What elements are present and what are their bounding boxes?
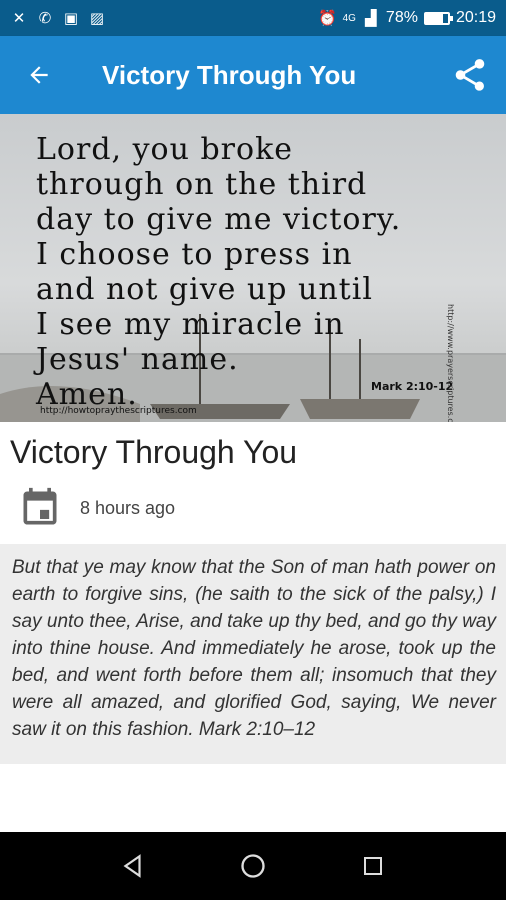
clock: 20:19 <box>455 9 496 26</box>
image-icon: ▨ <box>89 9 105 27</box>
share-button[interactable] <box>448 53 492 97</box>
scripture-reference: Mark 2:10-12 <box>371 380 454 393</box>
whatsapp-icon: ✆ <box>38 9 52 27</box>
post-content: But that ye may know that the Son of man… <box>0 544 506 764</box>
arrow-back-icon <box>30 66 48 84</box>
post-time: 8 hours ago <box>80 497 176 518</box>
calendar-icon <box>23 487 57 525</box>
missed-call-icon: ✕ <box>12 9 26 27</box>
status-bar: ✕ ✆ ▣ ▨ ⏰ 4G ▟ 78% 20:19 <box>0 0 506 36</box>
signal-icon: ▟ <box>365 9 377 27</box>
nav-home-button[interactable] <box>233 846 273 886</box>
hero-image: Lord, you broke through on the third day… <box>0 114 506 422</box>
signal-label: 4G <box>342 12 356 24</box>
image-watermark-url: http://howtopraythescriptures.com <box>40 406 197 416</box>
alarm-icon: ⏰ <box>318 9 337 27</box>
triangle-back-icon <box>123 854 141 878</box>
bag-icon: ▣ <box>63 9 79 27</box>
image-side-url: http://www.prayerscriptures.com <box>446 304 455 422</box>
share-icon <box>455 59 485 91</box>
nav-back-button[interactable] <box>113 846 153 886</box>
post-meta: 8 hours ago <box>18 486 175 530</box>
battery-percent: 78% <box>385 9 418 26</box>
app-bar: Victory Through You <box>0 36 506 114</box>
app-bar-title: Victory Through You <box>102 59 357 90</box>
circle-home-icon <box>241 854 265 878</box>
notification-icons: ✕ ✆ ▣ ▨ <box>0 9 106 27</box>
post-body: But that ye may know that the Son of man… <box>12 557 496 740</box>
battery-icon <box>423 11 453 25</box>
battery-fill <box>425 13 444 23</box>
nav-recents-button[interactable] <box>353 846 393 886</box>
post-title: Victory Through You <box>10 434 298 470</box>
square-recents-icon <box>364 857 382 875</box>
back-button[interactable] <box>12 45 66 105</box>
prayer-text: Lord, you broke through on the third day… <box>36 132 402 412</box>
system-nav-bar <box>0 832 506 900</box>
system-status: ⏰ 4G ▟ 78% 20:19 <box>318 9 506 27</box>
